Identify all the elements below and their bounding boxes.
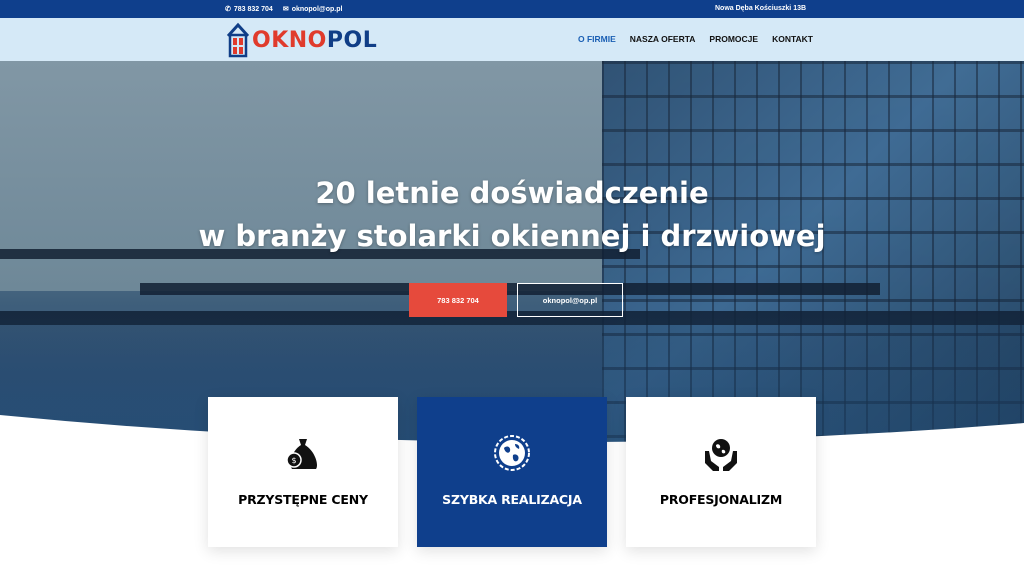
svg-text:$: $ xyxy=(291,456,296,465)
top-phone-text: 783 832 704 xyxy=(233,5,273,13)
feature-label: PROFESJONALIZM xyxy=(659,492,783,507)
nav-promocje[interactable]: PROMOCJE xyxy=(709,34,758,44)
phone-icon: ✆ xyxy=(225,6,231,13)
window-logo-icon xyxy=(226,22,250,58)
money-bag-icon: $ xyxy=(286,439,317,469)
mail-icon: ✉ xyxy=(282,6,289,13)
nav-o-firmie[interactable]: O FIRMIE xyxy=(578,34,616,44)
logo-pol: POL xyxy=(326,27,378,53)
main-nav: O FIRMIE NASZA OFERTA PROMOCJE KONTAKT xyxy=(578,34,813,44)
hero-title-line2: w branży stolarki okiennej i drzwiowej xyxy=(198,219,826,253)
hero-section: 20 letnie doświadczenie w branży stolark… xyxy=(0,61,1024,451)
logo-okno: OKNO xyxy=(252,27,327,53)
top-address: Nowa Dęba Kościuszki 13B xyxy=(715,5,807,12)
feature-card-professionalism: PROFESJONALIZM xyxy=(626,397,816,547)
top-email[interactable]: ✉ oknopol@op.pl xyxy=(282,5,343,14)
nav-nasza-oferta[interactable]: NASZA OFERTA xyxy=(630,34,696,44)
hands-globe-icon xyxy=(705,439,737,471)
top-contact: ✆ 783 832 704 ✉ oknopol@op.pl xyxy=(225,5,343,14)
feature-label: SZYBKA REALIZACJA xyxy=(442,492,582,507)
feature-card-speed: SZYBKA REALIZACJA xyxy=(417,397,607,547)
hero-floor-slab xyxy=(140,283,880,295)
logo[interactable]: OKNOPOL xyxy=(226,22,377,58)
hero-email-button[interactable]: oknopol@op.pl xyxy=(517,283,623,317)
hero-title-line1: 20 letnie doświadczenie xyxy=(315,176,709,210)
feature-label: PRZYSTĘPNE CENY xyxy=(238,492,368,507)
site-header: OKNOPOL O FIRMIE NASZA OFERTA PROMOCJE K… xyxy=(0,18,1024,61)
top-phone[interactable]: ✆ 783 832 704 xyxy=(225,5,273,14)
top-bar: ✆ 783 832 704 ✉ oknopol@op.pl Nowa Dęba … xyxy=(0,0,1024,18)
top-email-text: oknopol@op.pl xyxy=(291,5,343,13)
globe-icon xyxy=(494,435,530,471)
hero-phone-button[interactable]: 783 832 704 xyxy=(409,283,507,317)
nav-kontakt[interactable]: KONTAKT xyxy=(772,34,813,44)
feature-card-prices: $ PRZYSTĘPNE CENY xyxy=(208,397,398,547)
logo-text: OKNOPOL xyxy=(252,28,377,53)
